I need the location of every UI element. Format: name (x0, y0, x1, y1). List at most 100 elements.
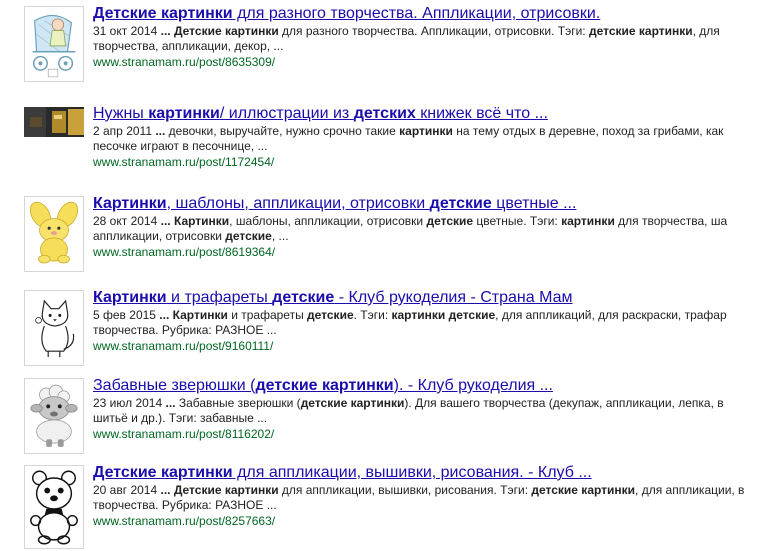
snippet-line: аппликации, отрисовки детские, ... (93, 229, 776, 244)
text-segment[interactable]: для аппликации, вышивки, рисования. - Кл… (233, 464, 592, 481)
text-segment[interactable]: / иллюстрации из (220, 105, 354, 122)
text-segment[interactable]: ). - Клуб рукоделия ... (394, 377, 553, 394)
text-segment: и трафареты (227, 308, 308, 322)
highlighted-term: Картинки (172, 308, 228, 322)
highlighted-term[interactable]: Детские картинки (93, 464, 233, 481)
bear-outline-icon (25, 466, 83, 548)
search-result: Детские картинки для аппликации, вышивки… (24, 463, 776, 549)
result-snippet: 23 июл 2014 ... Забавные зверюшки (детск… (93, 396, 776, 426)
highlighted-term: ... (155, 124, 166, 138)
result-url[interactable]: www.stranamam.ru/post/8635309/ (93, 55, 776, 70)
highlighted-term: Детские картинки (173, 24, 279, 38)
highlighted-term[interactable]: детские (430, 195, 492, 212)
snippet-line: песочке играют в песочнице, ... (93, 139, 776, 154)
text-segment: шитьё и др.). Тэги: забавные ... (93, 411, 268, 425)
text-segment[interactable]: книжек всё что ... (416, 105, 548, 122)
highlighted-term: картинки (561, 214, 615, 228)
result-title-link[interactable]: Картинки и трафареты детские - Клуб руко… (93, 288, 776, 307)
stroller-doll-icon (25, 7, 83, 81)
text-segment[interactable]: , шаблоны, аппликации, отрисовки (167, 195, 430, 212)
result-thumbnail[interactable] (24, 6, 84, 82)
text-segment: 28 окт 2014 (93, 214, 161, 228)
result-content: Нужны картинки/ иллюстрации из детских к… (93, 104, 776, 170)
text-segment: , ... (271, 229, 289, 243)
result-snippet: 20 авг 2014 ... Детские картинки для апп… (93, 483, 776, 513)
text-segment: , для (692, 24, 720, 38)
text-segment: цветные. Тэги: (473, 214, 562, 228)
result-title-link[interactable]: Картинки, шаблоны, аппликации, отрисовки… (93, 194, 776, 213)
snippet-line: творчества, аппликации, декор, ... (93, 39, 776, 54)
photo-icon (24, 107, 84, 137)
result-url[interactable]: www.stranamam.ru/post/1172454/ (93, 155, 776, 170)
highlighted-term: ... (160, 24, 171, 38)
text-segment[interactable]: - Клуб рукоделия - Страна Мам (334, 289, 573, 306)
text-segment: на тему отдых в деревне, поход за грибам… (452, 124, 724, 138)
highlighted-term[interactable]: Картинки (93, 289, 167, 306)
text-segment: песочке играют в песочнице, ... (93, 139, 268, 153)
text-segment: , для аппликаций, для раскраски, трафар (495, 308, 727, 322)
result-url[interactable]: www.stranamam.ru/post/8116202/ (93, 427, 776, 442)
result-title-link[interactable]: Детские картинки для разного творчества.… (93, 4, 776, 23)
highlighted-term[interactable]: детские картинки (255, 377, 393, 394)
highlighted-term[interactable]: детские (272, 289, 334, 306)
cat-outline-icon (25, 291, 83, 365)
result-url[interactable]: www.stranamam.ru/post/8619364/ (93, 245, 776, 260)
text-segment: , для аппликации, в (635, 483, 745, 497)
text-segment: для творчества, ша (614, 214, 728, 228)
result-content: Детские картинки для аппликации, вышивки… (93, 463, 776, 529)
result-snippet: 28 окт 2014 ... Картинки, шаблоны, аппли… (93, 214, 776, 244)
text-segment: 5 фев 2015 (93, 308, 160, 322)
highlighted-term: Детские картинки (173, 483, 279, 497)
highlighted-term[interactable]: детских (354, 105, 416, 122)
text-segment[interactable]: для разного творчества. Аппликации, отри… (233, 5, 600, 22)
snippet-line: 2 апр 2011 ... девочки, выручайте, нужно… (93, 124, 776, 139)
text-segment: . Тэги: (353, 308, 392, 322)
highlighted-term: детские (225, 229, 272, 243)
text-segment: 23 июл 2014 (93, 396, 166, 410)
text-segment: девочки, выручайте, нужно срочно такие (165, 124, 400, 138)
result-title-link[interactable]: Детские картинки для аппликации, вышивки… (93, 463, 776, 482)
highlighted-term: детские (307, 308, 354, 322)
text-segment: творчества, аппликации, декор, ... (93, 39, 284, 53)
search-result: Нужны картинки/ иллюстрации из детских к… (24, 104, 776, 188)
search-result: Детские картинки для разного творчества.… (24, 4, 776, 88)
yellow-bunny-icon (25, 197, 83, 271)
result-snippet: 31 окт 2014 ... Детские картинки для раз… (93, 24, 776, 54)
result-url[interactable]: www.stranamam.ru/post/9160111/ (93, 339, 776, 354)
result-content: Забавные зверюшки (детские картинки). - … (93, 376, 776, 442)
snippet-line: творчества. Рубрика: РАЗНОЕ ... (93, 498, 776, 513)
text-segment[interactable]: Нужны (93, 105, 148, 122)
snippet-line: творчества. Рубрика: РАЗНОЕ ... (93, 323, 776, 338)
text-segment[interactable]: и трафареты (167, 289, 273, 306)
result-thumbnail[interactable] (24, 290, 84, 366)
highlighted-term: детские картинки (300, 396, 405, 410)
result-title-link[interactable]: Забавные зверюшки (детские картинки). - … (93, 376, 776, 395)
result-content: Картинки и трафареты детские - Клуб руко… (93, 288, 776, 354)
text-segment: ). Для вашего творчества (декупаж, аппли… (404, 396, 724, 410)
text-segment: 20 авг 2014 (93, 483, 161, 497)
text-segment[interactable]: цветные ... (492, 195, 576, 212)
result-thumbnail[interactable] (24, 196, 84, 272)
search-result: Картинки и трафареты детские - Клуб руко… (24, 288, 776, 372)
result-thumbnail[interactable] (24, 378, 84, 454)
snippet-line: 20 авг 2014 ... Детские картинки для апп… (93, 483, 776, 498)
sheep-icon (25, 379, 83, 453)
snippet-line: 23 июл 2014 ... Забавные зверюшки (детск… (93, 396, 776, 411)
result-snippet: 5 фев 2015 ... Картинки и трафареты детс… (93, 308, 776, 338)
text-segment: Забавные зверюшки ( (175, 396, 301, 410)
snippet-line: 31 окт 2014 ... Детские картинки для раз… (93, 24, 776, 39)
highlighted-term: Картинки (173, 214, 230, 228)
result-thumbnail[interactable] (24, 107, 84, 137)
result-url[interactable]: www.stranamam.ru/post/8257663/ (93, 514, 776, 529)
result-thumbnail[interactable] (24, 465, 84, 549)
text-segment[interactable]: Забавные зверюшки ( (93, 377, 255, 394)
highlighted-term[interactable]: Картинки (93, 195, 167, 212)
highlighted-term: картинки детские (391, 308, 496, 322)
highlighted-term: детские картинки (588, 24, 693, 38)
search-result: Картинки, шаблоны, аппликации, отрисовки… (24, 194, 776, 278)
text-segment: 2 апр 2011 (93, 124, 156, 138)
result-content: Картинки, шаблоны, аппликации, отрисовки… (93, 194, 776, 260)
result-title-link[interactable]: Нужны картинки/ иллюстрации из детских к… (93, 104, 776, 123)
highlighted-term[interactable]: картинки (148, 105, 220, 122)
highlighted-term[interactable]: Детские картинки (93, 5, 233, 22)
